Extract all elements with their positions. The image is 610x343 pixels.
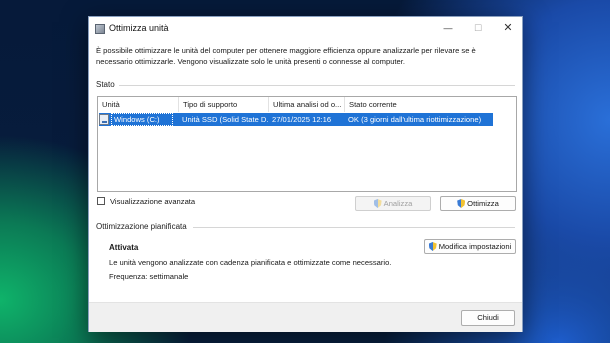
scheduled-frequency: Frequenza: settimanale — [109, 272, 189, 281]
optimize-button[interactable]: Ottimizza — [440, 196, 516, 211]
advanced-view-label[interactable]: Visualizzazione avanzata — [110, 197, 195, 206]
cell-current-status: OK (3 giorni dall'ultima riottimizzazion… — [348, 115, 482, 124]
analyze-button[interactable]: Analizza — [355, 196, 431, 211]
column-header-drive[interactable]: Unità — [98, 97, 179, 112]
minimize-button[interactable]: — — [441, 21, 455, 35]
status-divider — [119, 85, 515, 86]
dialog-footer: Chiudi — [89, 302, 522, 332]
uac-shield-icon — [373, 199, 382, 208]
optimize-button-label: Ottimizza — [467, 199, 499, 208]
uac-shield-icon — [457, 199, 466, 208]
window-description: È possibile ottimizzare le unità del com… — [96, 46, 476, 66]
drive-icon — [99, 114, 109, 125]
scheduled-section-label: Ottimizzazione pianificata — [96, 222, 187, 231]
maximize-button[interactable]: ☐ — [471, 21, 485, 35]
status-section-label: Stato — [96, 80, 115, 89]
column-header-current-status[interactable]: Stato corrente — [345, 97, 495, 112]
drives-table[interactable]: Unità Tipo di supporto Ultima analisi od… — [97, 96, 517, 192]
title-bar[interactable]: Ottimizza unità — ☐ ✕ — [89, 17, 522, 41]
cell-media-type: Unità SSD (Solid State D... — [182, 115, 269, 124]
window-title: Ottimizza unità — [109, 23, 169, 33]
column-header-last-run[interactable]: Ultima analisi od o... — [269, 97, 345, 112]
close-button[interactable]: Chiudi — [461, 310, 515, 326]
cell-last-run: 27/01/2025 12:16 — [272, 115, 332, 124]
table-row[interactable]: Windows (C:) Unità SSD (Solid State D...… — [99, 113, 493, 126]
column-header-media-type[interactable]: Tipo di supporto — [179, 97, 269, 112]
scheduled-divider — [193, 227, 515, 228]
defrag-app-icon — [95, 24, 105, 34]
cell-drive: Windows (C:) — [114, 115, 160, 124]
close-window-button[interactable]: ✕ — [501, 21, 515, 35]
uac-shield-icon — [428, 242, 437, 251]
change-settings-button[interactable]: Modifica impostazioni — [424, 239, 516, 254]
optimize-drives-window: Ottimizza unità — ☐ ✕ È possibile ottimi… — [88, 16, 523, 332]
analyze-button-label: Analizza — [383, 199, 413, 208]
advanced-view-checkbox[interactable] — [97, 197, 105, 205]
scheduled-state: Attivata — [109, 243, 139, 252]
scheduled-description: Le unità vengono analizzate con cadenza … — [109, 258, 392, 267]
change-settings-button-label: Modifica impostazioni — [438, 242, 512, 251]
